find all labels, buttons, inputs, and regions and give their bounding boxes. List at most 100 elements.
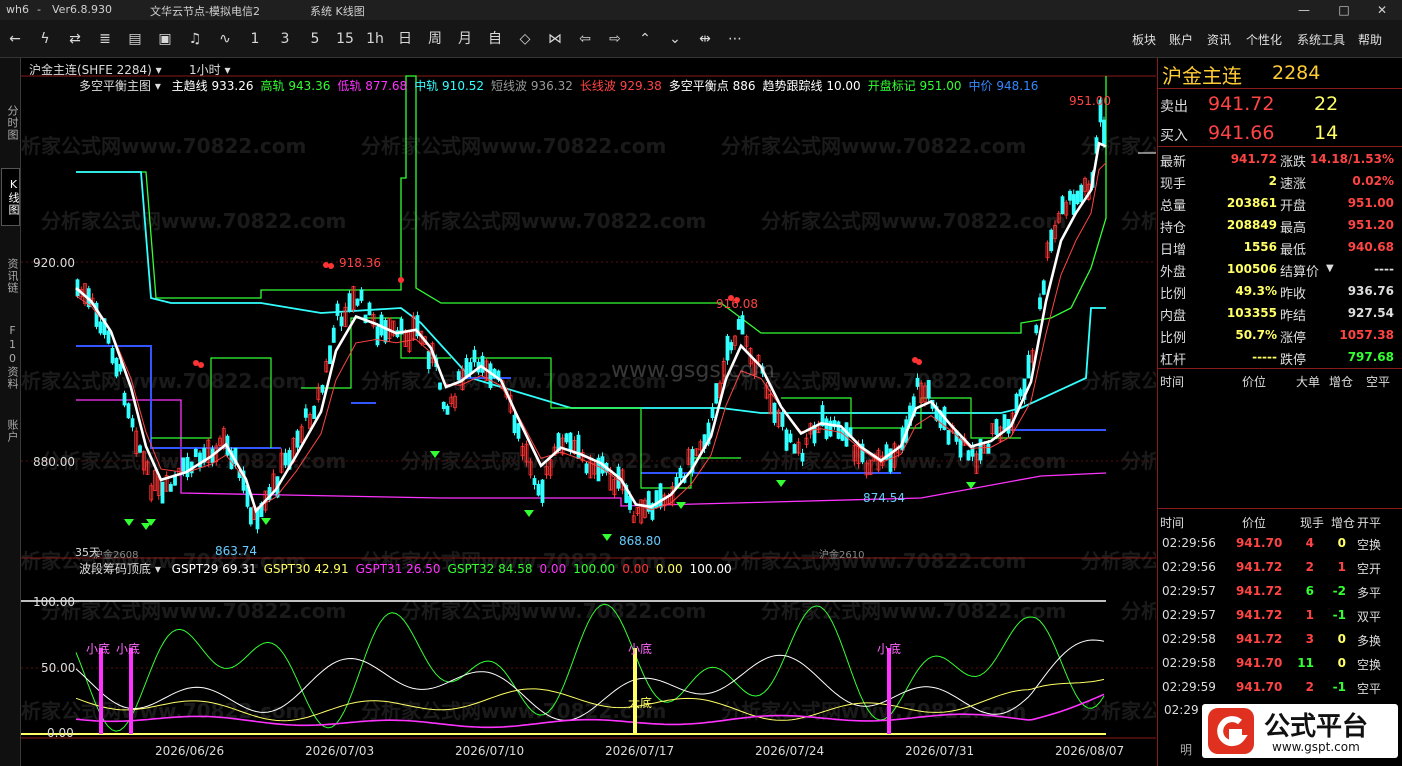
tick-col-header: 时间 xyxy=(1160,375,1185,389)
more-icon[interactable]: ⋯ xyxy=(724,29,746,49)
main-legend-item: 短线波 936.32 xyxy=(491,79,573,93)
instrument-tab[interactable]: 沪金主连(SHFE 2284) ▾ xyxy=(29,61,162,78)
tick-volume: 3 xyxy=(1305,632,1314,646)
quick-order-icon[interactable]: ≣ xyxy=(94,29,116,49)
candle-body xyxy=(295,430,300,448)
tab-newslink[interactable]: 资讯链 xyxy=(2,248,19,304)
system-menu[interactable]: 系统 K线图 xyxy=(310,3,365,19)
candle-body xyxy=(255,509,260,530)
candle-body xyxy=(780,412,785,427)
period-day[interactable]: 日 xyxy=(394,29,416,49)
quote-row: 现手 2 速涨 0.02% xyxy=(1158,170,1402,192)
watermark-text: 分析家公式网www.70822.com xyxy=(1081,549,1156,573)
sub-legend-item: GSPT29 69.31 xyxy=(172,562,257,576)
period-3[interactable]: 3 xyxy=(274,29,296,49)
alert-bell-icon[interactable]: ♫ xyxy=(184,29,206,49)
tab-account[interactable]: 账户 xyxy=(2,414,19,448)
period-select[interactable]: 1小时 ▾ xyxy=(189,61,230,78)
tick-price: 941.72 xyxy=(1236,560,1283,574)
legend-value: 10.00 xyxy=(826,79,861,93)
menu-tools[interactable]: 系统工具 xyxy=(1297,31,1345,48)
quote-value: 2 xyxy=(1268,174,1277,188)
line-chart-icon[interactable]: ∿ xyxy=(214,29,236,49)
menu-sector[interactable]: 板块 xyxy=(1132,31,1156,48)
ask-row[interactable]: 卖出 941.72 22 xyxy=(1158,91,1402,119)
move-down-icon[interactable]: ⌄ xyxy=(664,29,686,49)
move-left-icon[interactable]: ⇦ xyxy=(574,29,596,49)
candle-body xyxy=(658,483,663,508)
tick-volume: 4 xyxy=(1305,536,1314,550)
sub-indicator-name[interactable]: 波段筹码顶底 xyxy=(79,562,151,576)
legend-label: 趋势跟踪线 xyxy=(762,79,823,93)
tab-kline[interactable]: K线图 xyxy=(1,168,20,226)
quote-value: 203861 xyxy=(1226,196,1277,210)
tick-type: 空换 xyxy=(1357,658,1382,672)
period-custom[interactable]: 自 xyxy=(484,29,506,49)
watermark-text: 分析家公式网www.70822.com xyxy=(21,134,306,158)
kline-chart-svg[interactable]: 分析家公式网www.70822.com 分析家公式网www.70822.com 分析… xyxy=(21,58,1156,766)
server-name: 文华云节点-模拟电信2 xyxy=(150,5,260,18)
flash-icon[interactable]: ϟ xyxy=(34,29,56,49)
legend-value: 929.38 xyxy=(619,79,662,93)
watchlist-icon[interactable]: ▤ xyxy=(124,29,146,49)
quote-label: 杠杆 xyxy=(1160,353,1187,368)
menu-help[interactable]: 帮助 xyxy=(1358,31,1382,48)
peak-dot xyxy=(328,263,334,269)
period-month[interactable]: 月 xyxy=(454,29,476,49)
main-indicator-name[interactable]: 多空平衡主图 xyxy=(79,79,151,93)
back-arrow-icon[interactable]: ← xyxy=(4,29,26,49)
legend-label: 长线波 xyxy=(579,79,616,93)
quote-label: 持仓 xyxy=(1160,221,1187,236)
period-5[interactable]: 5 xyxy=(304,29,326,49)
bottom-mark-2: 小底 xyxy=(116,642,141,656)
app-name: wh6 xyxy=(6,3,29,16)
logo-url: www.gspt.com xyxy=(1272,740,1360,754)
period-15[interactable]: 15 xyxy=(334,29,356,49)
tab-intraday[interactable]: 分时图 xyxy=(2,92,19,154)
quote-label: 最新 xyxy=(1160,155,1187,170)
quote-value: ---- xyxy=(1374,262,1394,276)
ask-price: 941.72 xyxy=(1208,93,1275,115)
period-1[interactable]: 1 xyxy=(244,29,266,49)
move-right-icon[interactable]: ⇨ xyxy=(604,29,626,49)
sub-legend-item: GSPT32 84.58 xyxy=(448,562,533,576)
bid-row[interactable]: 买入 941.66 14 xyxy=(1158,120,1402,148)
candle-body xyxy=(532,478,537,486)
candle-body xyxy=(1002,414,1007,430)
watermark-text: 分析家公式网www.70822.com xyxy=(401,209,706,233)
quote-value: 797.68 xyxy=(1347,350,1394,364)
menu-personalize[interactable]: 个性化 xyxy=(1246,31,1282,48)
chart-area[interactable]: 分析家公式网www.70822.com 分析家公式网www.70822.com 分析… xyxy=(21,58,1156,766)
watermark-text: 分析家公式网www.70822.com xyxy=(761,209,1066,233)
quote-value: 208849 xyxy=(1226,218,1277,232)
maximize-icon[interactable]: □ xyxy=(1324,0,1364,20)
quote-label: 最低 xyxy=(1280,243,1307,258)
order-icon[interactable]: ⇄ xyxy=(64,29,86,49)
zoom-in-icon[interactable]: ⋈ xyxy=(544,29,566,49)
tick-row: 02:29:58 941.70 11 0 空换 xyxy=(1158,651,1402,675)
monitor-icon[interactable]: ▣ xyxy=(154,29,176,49)
sub-legend-item: 100.00 xyxy=(690,562,732,576)
menu-account[interactable]: 账户 xyxy=(1169,31,1193,48)
close-icon[interactable]: ✕ xyxy=(1362,0,1402,20)
bottom-signal-bar xyxy=(633,648,637,734)
move-up-icon[interactable]: ⌃ xyxy=(634,29,656,49)
period-1h[interactable]: 1h xyxy=(364,29,386,49)
zoom-out-icon[interactable]: ◇ xyxy=(514,29,536,49)
legend-value: 951.00 xyxy=(919,79,962,93)
chevron-down-icon[interactable]: ▼ xyxy=(1326,263,1334,274)
tab-f10[interactable]: F10资料 xyxy=(2,324,19,390)
minimize-icon[interactable]: — xyxy=(1284,0,1324,20)
menu-news[interactable]: 资讯 xyxy=(1207,31,1231,48)
period-week[interactable]: 周 xyxy=(424,29,446,49)
legend-value: 0.00 xyxy=(655,562,683,576)
tick-oi: 1 xyxy=(1337,560,1346,574)
split-view-icon[interactable]: ⇹ xyxy=(694,29,716,49)
candle-body xyxy=(824,418,829,439)
legend-label: 中轨 xyxy=(414,79,439,93)
bottom-mark-3: 小底 xyxy=(628,642,653,656)
candle-body xyxy=(98,321,103,334)
quote-row: 杠杆 ----- 跌停 797.68 xyxy=(1158,346,1402,368)
candle-body xyxy=(106,330,111,344)
quote-value: 1057.38 xyxy=(1339,328,1394,342)
